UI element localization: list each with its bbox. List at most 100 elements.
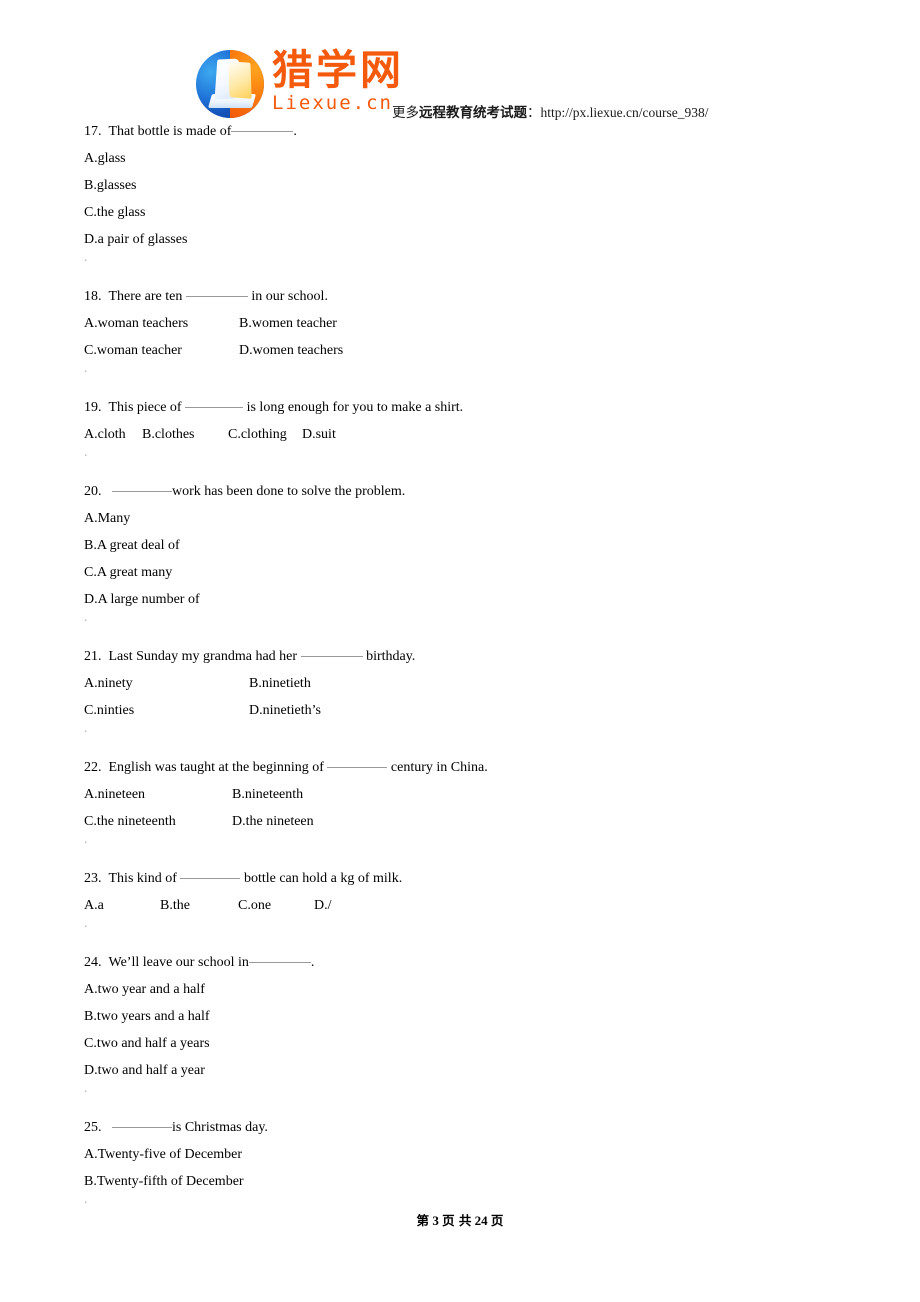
answer-option[interactable]: A.ninety bbox=[84, 670, 249, 697]
answer-blank bbox=[300, 656, 363, 657]
option-line: B.glasses bbox=[84, 172, 844, 199]
footer-page-number: 3 bbox=[432, 1213, 439, 1228]
answer-option[interactable]: B.the bbox=[160, 892, 238, 919]
question-item: 20. work has been done to solve the prob… bbox=[84, 478, 844, 643]
question-number: 23. bbox=[84, 871, 102, 886]
question-spacer bbox=[84, 1094, 844, 1114]
answer-option[interactable]: A.woman teachers bbox=[84, 310, 239, 337]
answer-option[interactable]: B.women teacher bbox=[239, 310, 337, 337]
stray-mark: . bbox=[84, 832, 88, 847]
answer-option[interactable]: B.glasses bbox=[84, 172, 137, 199]
answer-option[interactable]: C.clothing bbox=[228, 421, 302, 448]
option-line: A.two year and a half bbox=[84, 976, 844, 1003]
question-spacer bbox=[84, 458, 844, 478]
answer-option[interactable]: D.a pair of glasses bbox=[84, 226, 187, 253]
question-number: 24. bbox=[84, 955, 102, 970]
answer-option[interactable]: C.ninties bbox=[84, 697, 249, 724]
answer-blank bbox=[112, 1127, 172, 1128]
question-text-after-blank: in our school. bbox=[247, 289, 328, 304]
question-number: 22. bbox=[84, 760, 102, 775]
option-line: C.woman teacher D.women teachers bbox=[84, 337, 844, 364]
option-line: A.Many bbox=[84, 505, 844, 532]
question-spacer bbox=[84, 623, 844, 643]
question-text-before-blank: There are ten bbox=[108, 289, 186, 304]
answer-option[interactable]: B.Twenty-fifth of December bbox=[84, 1168, 244, 1195]
answer-option[interactable]: C.A great many bbox=[84, 559, 172, 586]
answer-option[interactable]: D.A large number of bbox=[84, 586, 200, 613]
footer-total-pages: 24 bbox=[474, 1213, 488, 1228]
question-item: 21. Last Sunday my grandma had her birth… bbox=[84, 643, 844, 754]
option-line: A.cloth B.clothes C.clothing D.suit bbox=[84, 421, 844, 448]
answer-option[interactable]: D.ninetieth’s bbox=[249, 697, 321, 724]
question-text-before-blank: We’ll leave our school in bbox=[108, 955, 249, 970]
option-line: C.two and half a years bbox=[84, 1030, 844, 1057]
question-text-before-blank: That bottle is made of bbox=[108, 124, 232, 139]
page-footer: 第 3 页 共 24 页 bbox=[0, 1212, 920, 1230]
answer-option[interactable]: A.two year and a half bbox=[84, 976, 205, 1003]
answer-option[interactable]: A.glass bbox=[84, 145, 126, 172]
question-number: 21. bbox=[84, 649, 102, 664]
answer-option[interactable]: A.Many bbox=[84, 505, 130, 532]
logo-wordmark: 猎学网 Liexue.cn bbox=[272, 48, 404, 114]
question-text-before-blank: English was taught at the beginning of bbox=[108, 760, 328, 775]
footer-page-suffix: 页 bbox=[490, 1213, 504, 1228]
question-text-after-blank: work has been done to solve the problem. bbox=[172, 484, 406, 499]
answer-option[interactable]: C.the nineteenth bbox=[84, 808, 232, 835]
option-line: A.ninety B.ninetieth bbox=[84, 670, 844, 697]
stray-mark: . bbox=[84, 916, 88, 931]
question-stem: 22. English was taught at the beginning … bbox=[84, 754, 844, 781]
answer-option[interactable]: A.cloth bbox=[84, 421, 142, 448]
answer-blank bbox=[248, 962, 311, 963]
question-item: 18. There are ten in our school. A.woman … bbox=[84, 283, 844, 394]
question-number: 20. bbox=[84, 484, 102, 499]
question-item: 23. This kind of bottle can hold a kg of… bbox=[84, 865, 844, 949]
answer-option[interactable]: D.women teachers bbox=[239, 337, 343, 364]
stray-mark: . bbox=[84, 610, 88, 625]
answer-option[interactable]: B.ninetieth bbox=[249, 670, 311, 697]
answer-blank bbox=[185, 296, 248, 297]
answer-option[interactable]: B.A great deal of bbox=[84, 532, 180, 559]
question-stem: 21. Last Sunday my grandma had her birth… bbox=[84, 643, 844, 670]
answer-option[interactable]: B.two years and a half bbox=[84, 1003, 210, 1030]
answer-option[interactable]: C.two and half a years bbox=[84, 1030, 210, 1057]
footer-page-mid: 页 共 bbox=[442, 1213, 472, 1228]
answer-option[interactable]: A.nineteen bbox=[84, 781, 232, 808]
document-header: 猎学网 Liexue.cn 更多远程教育统考试题：http://px.liexu… bbox=[0, 0, 920, 128]
question-spacer bbox=[84, 374, 844, 394]
stray-mark: . bbox=[84, 361, 88, 376]
option-line: C.ninties D.ninetieth’s bbox=[84, 697, 844, 724]
question-item: 17. That bottle is made of. A.glass B.glas… bbox=[84, 118, 844, 283]
answer-option[interactable]: A.Twenty-five of December bbox=[84, 1141, 242, 1168]
question-item: 25. is Christmas day. A.Twenty-five of De… bbox=[84, 1114, 844, 1225]
question-text-after-blank: . bbox=[293, 124, 297, 139]
answer-option[interactable]: D.the nineteen bbox=[232, 808, 314, 835]
option-line: A.glass bbox=[84, 145, 844, 172]
stray-mark: . bbox=[84, 250, 88, 265]
option-line: B.two years and a half bbox=[84, 1003, 844, 1030]
question-number: 18. bbox=[84, 289, 102, 304]
answer-option[interactable]: D.suit bbox=[302, 421, 336, 448]
question-spacer bbox=[84, 263, 844, 283]
answer-blank bbox=[180, 878, 241, 879]
answer-option[interactable]: A.a bbox=[84, 892, 160, 919]
question-item: 22. English was taught at the beginning … bbox=[84, 754, 844, 865]
liexue-logo-icon bbox=[196, 50, 264, 118]
question-number: 17. bbox=[84, 124, 102, 139]
answer-blank bbox=[112, 491, 172, 492]
option-line: A.woman teachers B.women teacher bbox=[84, 310, 844, 337]
answer-option[interactable]: B.clothes bbox=[142, 421, 228, 448]
answer-option[interactable]: C.the glass bbox=[84, 199, 145, 226]
answer-option[interactable]: D.two and half a year bbox=[84, 1057, 205, 1084]
question-item: 19. This piece of is long enough for you… bbox=[84, 394, 844, 478]
answer-option[interactable]: B.nineteenth bbox=[232, 781, 303, 808]
question-spacer bbox=[84, 734, 844, 754]
answer-option[interactable]: C.woman teacher bbox=[84, 337, 239, 364]
answer-option[interactable]: C.one bbox=[238, 892, 314, 919]
logo-domain-name: Liexue.cn bbox=[272, 92, 393, 114]
question-text-before-blank: This kind of bbox=[108, 871, 181, 886]
answer-blank bbox=[231, 131, 294, 132]
question-stem: 19. This piece of is long enough for you… bbox=[84, 394, 844, 421]
stray-mark: . bbox=[84, 445, 88, 460]
answer-blank bbox=[327, 767, 388, 768]
answer-option[interactable]: D./ bbox=[314, 892, 332, 919]
